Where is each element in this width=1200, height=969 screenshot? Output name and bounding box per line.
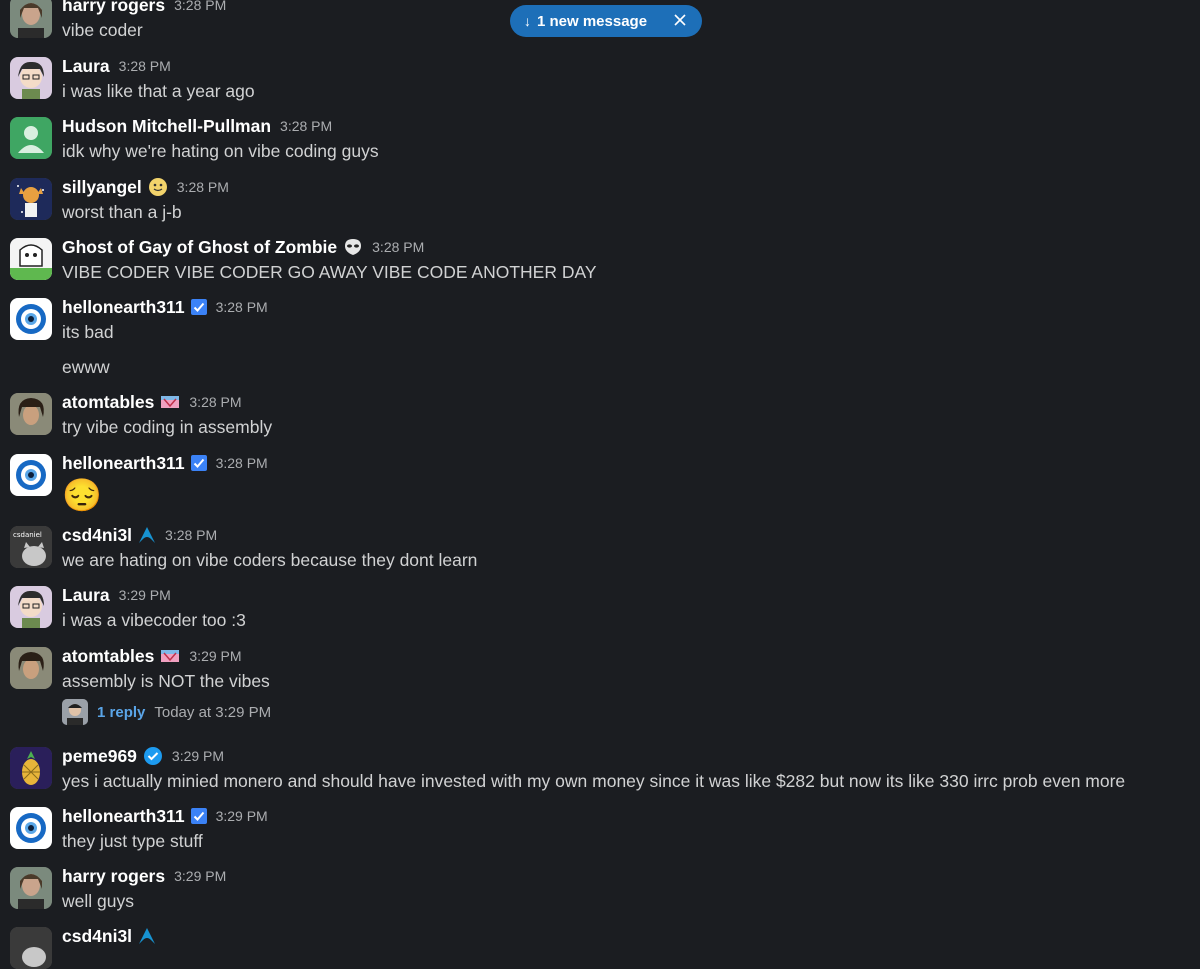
new-message-banner[interactable]: ↓ 1 new message xyxy=(510,5,702,37)
reply-count-link[interactable]: 1 reply xyxy=(97,704,145,721)
timestamp[interactable]: 3:29 PM xyxy=(189,648,241,664)
message-header: hellonearth311 3:28 PM xyxy=(62,452,268,474)
arch-linux-icon xyxy=(139,928,156,944)
custom-emoji-icon xyxy=(161,650,180,662)
alien-status-icon xyxy=(345,239,362,255)
message-text: assembly is NOT the vibes xyxy=(62,671,270,691)
timestamp[interactable]: 3:28 PM xyxy=(280,118,332,134)
avatar[interactable] xyxy=(10,57,52,99)
avatar[interactable]: csdaniel xyxy=(10,526,52,568)
message-header: atomtables 3:28 PM xyxy=(62,391,242,413)
smiley-status-icon xyxy=(148,178,167,196)
timestamp[interactable]: 3:28 PM xyxy=(174,0,226,13)
message-header: Laura 3:29 PM xyxy=(62,584,171,606)
avatar[interactable] xyxy=(10,927,52,969)
avatar[interactable] xyxy=(10,747,52,789)
new-message-label: 1 new message xyxy=(537,12,648,30)
username[interactable]: harry rogers xyxy=(62,0,165,16)
verified-icon xyxy=(143,747,162,765)
timestamp[interactable]: 3:28 PM xyxy=(189,394,241,410)
message-text: try vibe coding in assembly xyxy=(62,417,273,437)
username[interactable]: hellonearth311 xyxy=(62,297,185,318)
username[interactable]: atomtables xyxy=(62,392,154,413)
message-header: csd4ni3l xyxy=(62,925,156,947)
message-text: idk why we're hating on vibe coding guys xyxy=(62,141,379,161)
message-header: hellonearth311 3:28 PM xyxy=(62,296,268,318)
message-header: harry rogers 3:29 PM xyxy=(62,865,226,887)
avatar[interactable] xyxy=(10,586,52,628)
avatar[interactable] xyxy=(10,807,52,849)
avatar[interactable] xyxy=(10,647,52,689)
message-text: worst than a j-b xyxy=(62,202,182,222)
timestamp[interactable]: 3:29 PM xyxy=(174,868,226,884)
timestamp[interactable]: 3:29 PM xyxy=(172,748,224,764)
avatar[interactable] xyxy=(10,0,52,38)
timestamp[interactable]: 3:28 PM xyxy=(119,58,171,74)
timestamp[interactable]: 3:28 PM xyxy=(216,455,268,471)
username[interactable]: atomtables xyxy=(62,646,154,667)
checkbox-status-icon xyxy=(190,299,207,315)
avatar-label: csdaniel xyxy=(13,531,42,539)
message-text: i was like that a year ago xyxy=(62,81,255,101)
username[interactable]: peme969 xyxy=(62,746,137,767)
custom-emoji-icon xyxy=(161,396,180,408)
username[interactable]: Hudson Mitchell-Pullman xyxy=(62,116,271,137)
avatar[interactable] xyxy=(10,454,52,496)
message-text: its bad xyxy=(62,322,114,342)
avatar[interactable] xyxy=(10,117,52,159)
message-text: we are hating on vibe coders because the… xyxy=(62,550,478,570)
thread-replies[interactable]: 1 reply Today at 3:29 PM xyxy=(62,699,271,725)
message-text: ewww xyxy=(62,357,110,377)
timestamp[interactable]: 3:29 PM xyxy=(216,808,268,824)
pensive-emoji: 😔 xyxy=(62,477,102,513)
avatar[interactable] xyxy=(10,867,52,909)
message-text: they just type stuff xyxy=(62,831,203,851)
message-header: harry rogers 3:28 PM xyxy=(62,0,226,16)
reply-avatar xyxy=(62,699,88,725)
username[interactable]: hellonearth311 xyxy=(62,806,185,827)
username[interactable]: hellonearth311 xyxy=(62,453,185,474)
checkbox-status-icon xyxy=(190,808,207,824)
message-header: atomtables 3:29 PM xyxy=(62,645,242,667)
message-header: Hudson Mitchell-Pullman 3:28 PM xyxy=(62,115,332,137)
username[interactable]: Laura xyxy=(62,585,110,606)
username[interactable]: csd4ni3l xyxy=(62,926,132,947)
avatar[interactable] xyxy=(10,393,52,435)
timestamp[interactable]: 3:28 PM xyxy=(165,527,217,543)
message-text: i was a vibecoder too :3 xyxy=(62,610,246,630)
timestamp[interactable]: 3:28 PM xyxy=(372,239,424,255)
message-header: Ghost of Gay of Ghost of Zombie 3:28 PM xyxy=(62,236,424,258)
message-text: vibe coder xyxy=(62,20,143,40)
timestamp[interactable]: 3:29 PM xyxy=(119,587,171,603)
avatar[interactable] xyxy=(10,178,52,220)
message-text: VIBE CODER VIBE CODER GO AWAY VIBE CODE … xyxy=(62,262,597,282)
username[interactable]: sillyangel xyxy=(62,177,142,198)
username[interactable]: Laura xyxy=(62,56,110,77)
avatar[interactable] xyxy=(10,238,52,280)
close-icon[interactable] xyxy=(672,12,688,28)
avatar[interactable] xyxy=(10,298,52,340)
message-header: csd4ni3l 3:28 PM xyxy=(62,524,217,546)
message-text: well guys xyxy=(62,891,134,911)
message-header: peme969 3:29 PM xyxy=(62,745,224,767)
arch-linux-icon xyxy=(139,527,156,543)
reply-timestamp: Today at 3:29 PM xyxy=(154,703,272,721)
username[interactable]: Ghost of Gay of Ghost of Zombie xyxy=(62,237,337,258)
username[interactable]: harry rogers xyxy=(62,866,165,887)
timestamp[interactable]: 3:28 PM xyxy=(216,299,268,315)
message-header: Laura 3:28 PM xyxy=(62,55,171,77)
message-header: hellonearth311 3:29 PM xyxy=(62,805,268,827)
checkbox-status-icon xyxy=(190,455,207,471)
message-text: yes i actually minied monero and should … xyxy=(62,771,1126,791)
username[interactable]: csd4ni3l xyxy=(62,525,132,546)
message-header: sillyangel 3:28 PM xyxy=(62,176,229,198)
arrow-down-icon: ↓ xyxy=(524,13,531,29)
timestamp[interactable]: 3:28 PM xyxy=(177,179,229,195)
